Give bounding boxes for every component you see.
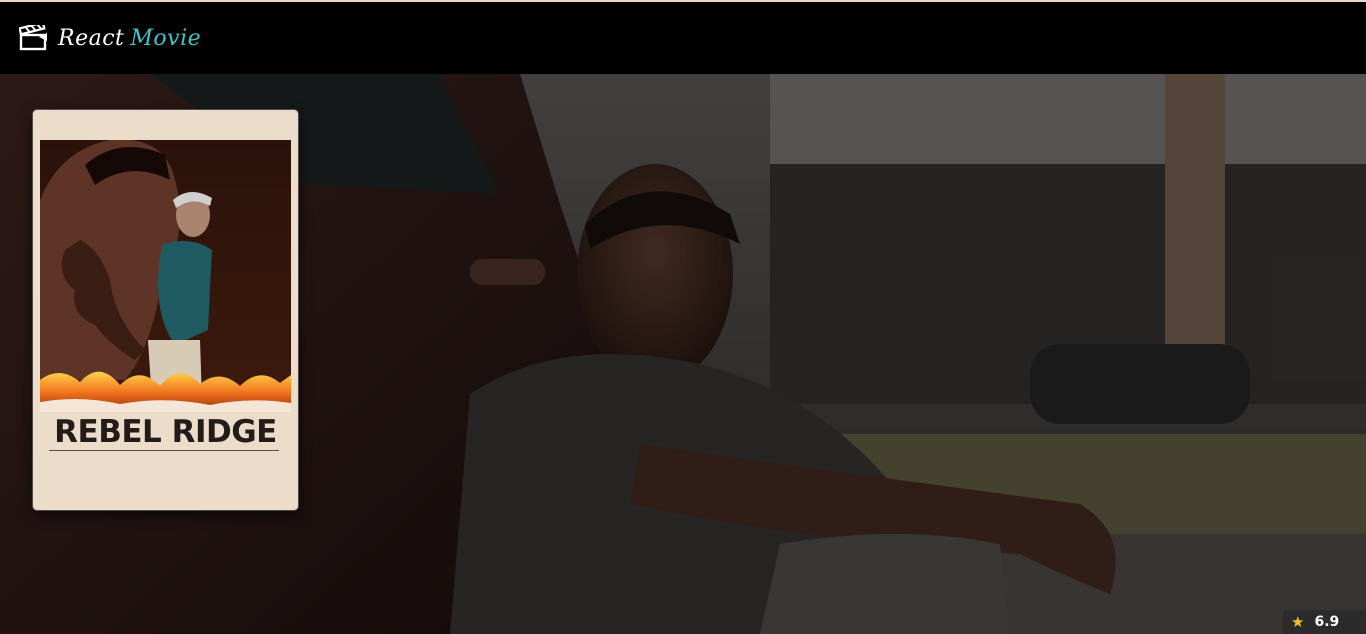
poster-divider	[49, 450, 279, 451]
star-icon: ★	[1291, 613, 1305, 631]
hero-backdrop: REBEL RIDGE	[0, 74, 1366, 634]
poster-artwork	[40, 140, 291, 412]
rating-badge: ★ 6.9	[1283, 610, 1366, 634]
brand-name-react: React	[58, 25, 125, 51]
rating-value: 6.9	[1314, 614, 1340, 630]
brand-name-movie: Movie	[130, 25, 202, 51]
clapperboard-icon	[19, 25, 49, 51]
brand-name: React Movie	[58, 26, 201, 51]
navbar: React Movie	[0, 2, 1366, 74]
movie-poster[interactable]: REBEL RIDGE	[33, 110, 298, 510]
brand-logo-link[interactable]: React Movie	[19, 25, 201, 51]
poster-title-text: REBEL RIDGE	[54, 414, 277, 450]
